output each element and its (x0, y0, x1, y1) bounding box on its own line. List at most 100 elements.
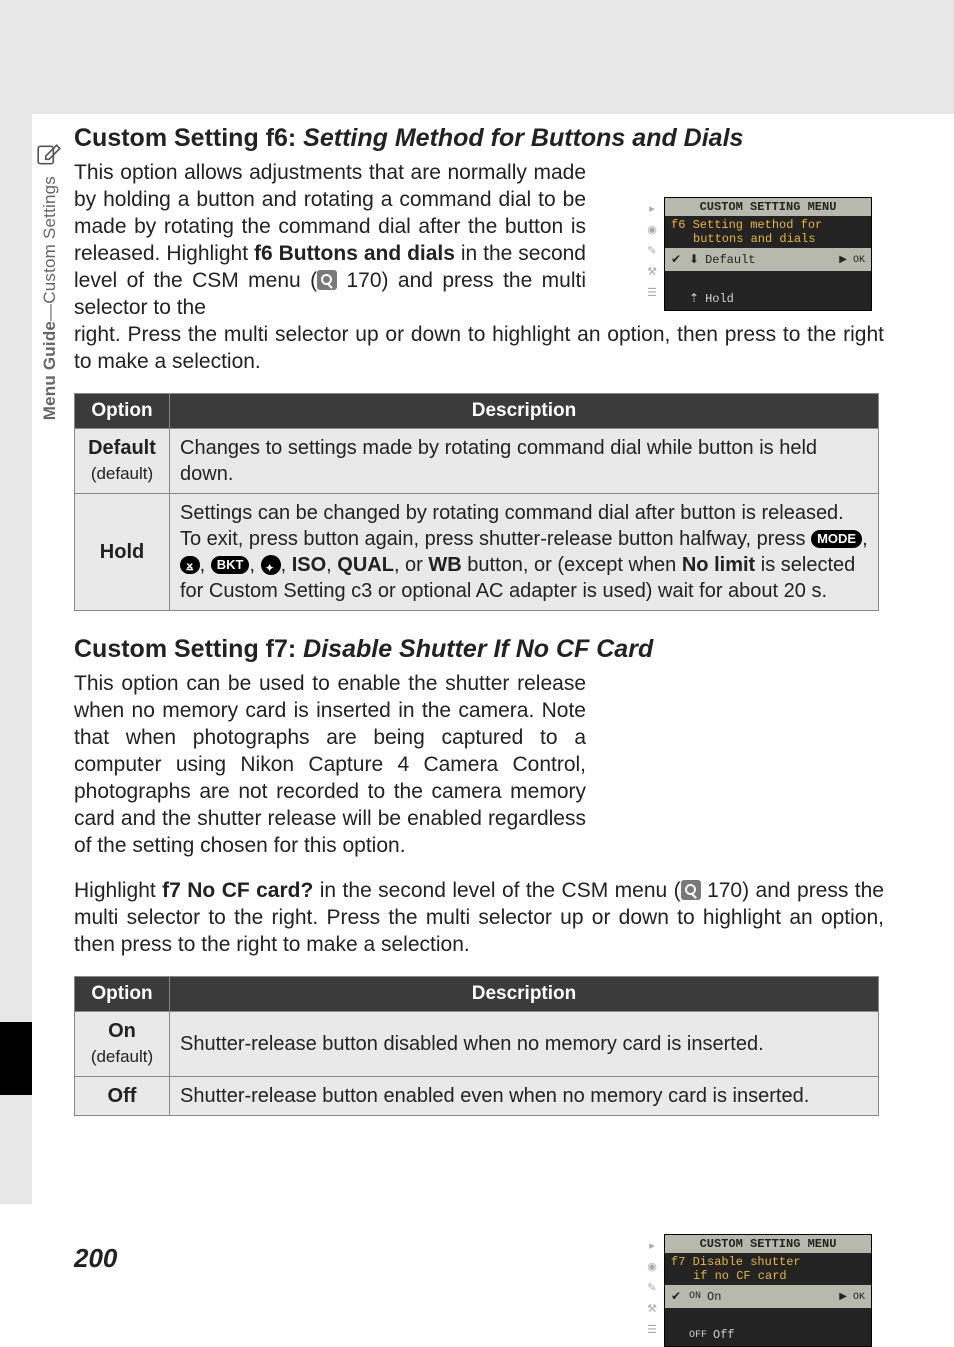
play-icon: ▸ (644, 1237, 660, 1255)
f6-row1-desc: Changes to settings made by rotating com… (170, 429, 879, 494)
check-icon: ✔ (671, 252, 683, 267)
pencil-note-icon (36, 142, 62, 168)
table-row: On (default) Shutter-release button disa… (75, 1012, 879, 1077)
f7-row2-desc: Shutter-release button enabled even when… (170, 1077, 879, 1116)
lcd-off-label: OFF (689, 1330, 707, 1341)
f6-row1-opt-main: Default (85, 435, 159, 461)
wrench-icon: ⚒ (644, 1300, 660, 1318)
f6-options-table: Option Description Default (default) Cha… (74, 393, 879, 611)
flash-badge-icon (261, 555, 281, 575)
stack-icon: ☰ (644, 1321, 660, 1339)
person-hold-icon: ⬇ (689, 252, 699, 267)
lcd-screen: CUSTOM SETTING MENU f6 Setting method fo… (664, 197, 872, 311)
play-icon: ▸ (644, 200, 660, 218)
f6-heading-italic: Setting Method for Buttons and Dials (303, 124, 743, 152)
table-row: Hold Settings can be changed by rotating… (75, 494, 879, 611)
f6-r2-nl: No limit (682, 554, 755, 576)
f6-r2-c2: , (200, 554, 211, 576)
f6-r2-or: , or (394, 554, 428, 576)
f7-heading: Custom Setting f7: Disable Shutter If No… (74, 635, 884, 664)
lcd-screen: CUSTOM SETTING MENU f7 Disable shutter i… (664, 1234, 872, 1347)
wrench-icon: ⚒ (644, 263, 660, 281)
side-label-rest: Custom Settings (40, 176, 59, 304)
f6-row1-opt-sub: (default) (85, 461, 159, 487)
f6-row1-opt: Default (default) (75, 429, 170, 494)
page-ref-icon (681, 880, 701, 900)
f6-para-bottom: right. Press the multi selector up or do… (74, 321, 884, 375)
f7-th-desc: Description (170, 977, 879, 1012)
lcd-sub: f6 Setting method for buttons and dials (665, 216, 871, 248)
camera-icon: ◉ (644, 221, 660, 239)
f7-p2-t2: in the second level of the CSM menu ( (313, 879, 680, 902)
ok-indicator: ▶ OK (839, 1291, 865, 1303)
lcd-f7: ▸ ◉ ✎ ⚒ ☰ CUSTOM SETTING MENU f7 Disable… (644, 1234, 872, 1347)
f7-p2-t1: Highlight (74, 879, 162, 902)
f6-r2-c4: , (281, 554, 292, 576)
f7-th-option: Option (75, 977, 170, 1012)
f6-para1-b1: f6 Buttons and dials (254, 242, 455, 265)
lcd-sub1: f7 Disable shutter (671, 1255, 865, 1269)
f6-r2-c3: , (249, 554, 260, 576)
f7-row1-opt-sub: (default) (85, 1044, 159, 1070)
f6-r2-iso: ISO (292, 554, 326, 576)
person-release-icon: ⇡ (689, 291, 699, 306)
lcd-sidebar-icons: ▸ ◉ ✎ ⚒ ☰ (644, 197, 664, 305)
f6-r2-qual: QUAL (337, 554, 394, 576)
side-tab-label: Menu Guide—Custom Settings (40, 176, 60, 420)
lcd-default-text: Default (705, 253, 755, 267)
f6-th-desc: Description (170, 394, 879, 429)
f6-row2-opt-main: Hold (85, 539, 159, 565)
table-row: Default (default) Changes to settings ma… (75, 429, 879, 494)
f6-r2-c1: , (862, 528, 868, 550)
f7-row1-opt: On (default) (75, 1012, 170, 1077)
check-icon: ✔ (671, 1289, 683, 1304)
lcd-sub1: f6 Setting method for (671, 218, 865, 232)
f6-r2-c5: , (326, 554, 337, 576)
lcd-f6: ▸ ◉ ✎ ⚒ ☰ CUSTOM SETTING MENU f6 Setting… (644, 197, 872, 311)
camera-icon: ◉ (644, 1258, 660, 1276)
f7-row1-opt-main: On (85, 1018, 159, 1044)
f6-row2-opt: Hold (75, 494, 170, 611)
f7-heading-prefix: Custom Setting f7: (74, 635, 303, 663)
ev-badge-icon: ⨱ (180, 556, 200, 574)
lcd-off-text: Off (713, 1328, 735, 1342)
side-label-sep: — (40, 304, 59, 321)
lcd-on-label: ON (689, 1291, 701, 1302)
mode-badge-icon: MODE (811, 530, 862, 548)
f6-heading-prefix: Custom Setting f6: (74, 124, 303, 152)
page-ref-icon (317, 270, 337, 290)
f7-options-table: Option Description On (default) Shutter-… (74, 976, 879, 1116)
f7-section: Custom Setting f7: Disable Shutter If No… (74, 635, 884, 1116)
table-row: Off Shutter-release button enabled even … (75, 1077, 879, 1116)
f6-r2-wb: WB (428, 554, 461, 576)
pencil-icon: ✎ (644, 242, 660, 260)
f7-para1-text: This option can be used to enable the sh… (74, 672, 586, 857)
f7-row2-opt-main: Off (85, 1083, 159, 1109)
f7-heading-italic: Disable Shutter If No CF Card (303, 635, 653, 663)
top-gray-bar (0, 0, 954, 114)
page-content: Custom Setting f6: Setting Method for Bu… (74, 124, 884, 1116)
pencil-icon: ✎ (644, 1279, 660, 1297)
f7-p2-b1: f7 No CF card? (162, 879, 313, 902)
lcd-row-hold: ⇡ Hold (665, 287, 871, 310)
f6-heading: Custom Setting f6: Setting Method for Bu… (74, 124, 884, 153)
lcd-spacer (665, 271, 871, 287)
lcd-row-on: ✔ ON On ▶ OK (665, 1285, 871, 1308)
lcd-row-off: OFF Off (665, 1324, 871, 1346)
lcd-title: CUSTOM SETTING MENU (665, 198, 871, 216)
lcd-sub2: if no CF card (671, 1269, 865, 1283)
ok-indicator: ▶ OK (839, 254, 865, 266)
lcd-hold-text: Hold (705, 292, 734, 306)
f6-para-top: This option allows adjustments that are … (74, 159, 586, 321)
f6-r2-t1: Settings can be changed by rotating comm… (180, 502, 844, 550)
bkt-badge-icon: BKT (211, 556, 250, 574)
side-black-tab (0, 1022, 32, 1095)
lcd-sub: f7 Disable shutter if no CF card (665, 1253, 871, 1285)
lcd-title: CUSTOM SETTING MENU (665, 1235, 871, 1253)
f7-para2: Highlight f7 No CF card? in the second l… (74, 877, 884, 958)
lcd-on-text: On (707, 1290, 721, 1304)
f7-row2-opt: Off (75, 1077, 170, 1116)
lcd-sidebar-icons: ▸ ◉ ✎ ⚒ ☰ (644, 1234, 664, 1342)
f6-th-option: Option (75, 394, 170, 429)
f6-row2-desc: Settings can be changed by rotating comm… (170, 494, 879, 611)
